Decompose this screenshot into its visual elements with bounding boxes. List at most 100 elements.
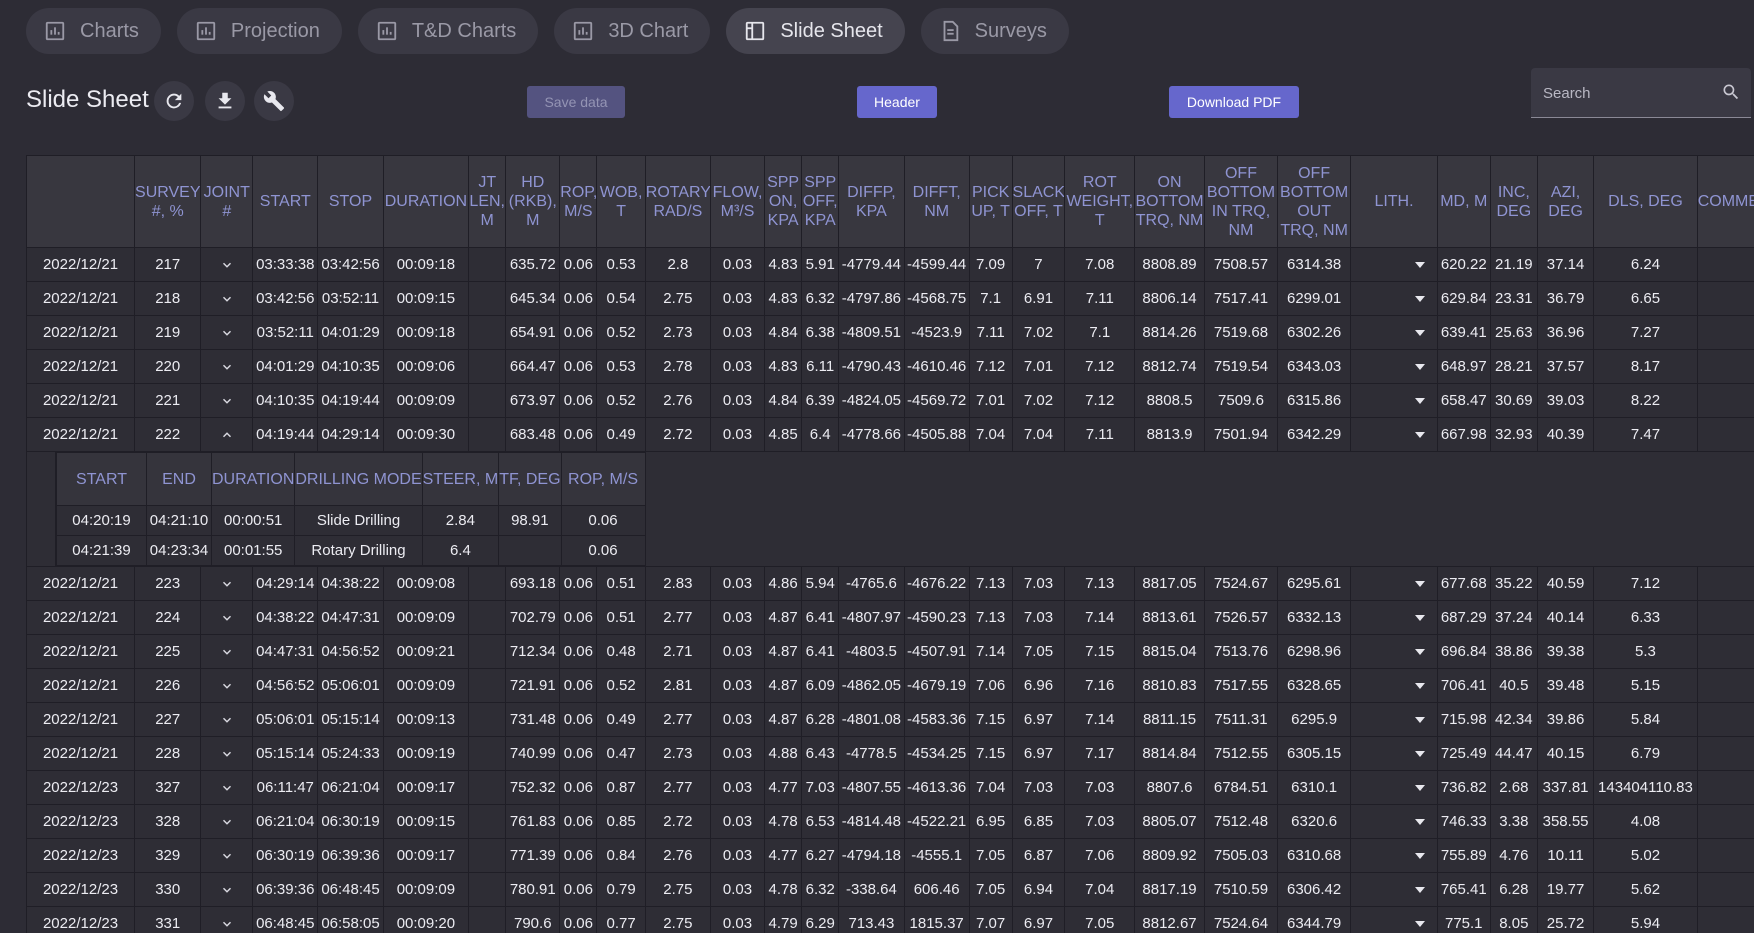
lithology-select[interactable] xyxy=(1350,417,1438,452)
cell-inc: 38.86 xyxy=(1489,634,1538,669)
cell-comment[interactable] xyxy=(1696,315,1754,350)
expand-toggle[interactable] xyxy=(200,383,254,418)
table-row[interactable]: 2022/12/21 222 04:19:44 04:29:14 00:09:30 683… xyxy=(26,417,1754,452)
cell-comment[interactable] xyxy=(1696,281,1754,316)
cell-comment[interactable] xyxy=(1696,383,1754,418)
cell-dls: 7.12 xyxy=(1593,566,1698,601)
expand-toggle[interactable] xyxy=(200,247,254,282)
table-row[interactable]: 2022/12/21 221 04:10:35 04:19:44 00:09:09 673… xyxy=(26,383,1754,418)
chevron-down-icon xyxy=(220,915,234,932)
expand-toggle[interactable] xyxy=(200,281,254,316)
cell-comment[interactable] xyxy=(1696,872,1754,907)
lithology-select[interactable] xyxy=(1350,634,1438,669)
tab-surveys[interactable]: Surveys xyxy=(920,8,1069,54)
table-row[interactable]: 2022/12/23 327 06:11:47 06:21:04 00:09:17 752… xyxy=(26,770,1754,805)
expand-toggle[interactable] xyxy=(200,417,254,452)
cell-comment[interactable] xyxy=(1696,668,1754,703)
expand-toggle[interactable] xyxy=(200,566,254,601)
download-button[interactable] xyxy=(205,81,245,121)
search-input[interactable] xyxy=(1541,80,1715,106)
cell-comment[interactable] xyxy=(1696,702,1754,737)
cell-on-bottom: 8811.15 xyxy=(1134,702,1205,737)
search-icon[interactable] xyxy=(1721,82,1741,102)
tab-slide-sheet[interactable]: Slide Sheet xyxy=(726,8,905,54)
expand-toggle[interactable] xyxy=(200,702,254,737)
table-row[interactable]: 2022/12/21 226 04:56:52 05:06:01 00:09:09 721… xyxy=(26,668,1754,703)
refresh-button[interactable] xyxy=(154,81,194,121)
settings-button[interactable] xyxy=(254,81,294,121)
table-row[interactable]: 2022/12/23 329 06:30:19 06:39:36 00:09:17 771… xyxy=(26,838,1754,873)
table-row[interactable]: 2022/12/21 220 04:01:29 04:10:35 00:09:06 664… xyxy=(26,349,1754,384)
cell-comment[interactable] xyxy=(1696,566,1754,601)
tab-3d-chart[interactable]: 3D Chart xyxy=(554,8,711,54)
cell-md: 765.41 xyxy=(1436,872,1491,907)
lithology-select[interactable] xyxy=(1350,906,1438,933)
table-row[interactable]: 2022/12/21 223 04:29:14 04:38:22 00:09:08 693… xyxy=(26,566,1754,601)
expand-toggle[interactable] xyxy=(200,736,254,771)
cell-comment[interactable] xyxy=(1696,417,1754,452)
cell-comment[interactable] xyxy=(1696,634,1754,669)
lithology-select[interactable] xyxy=(1350,566,1438,601)
cell-wob: 0.51 xyxy=(596,600,646,635)
table-row[interactable]: 2022/12/23 330 06:39:36 06:48:45 00:09:09 780… xyxy=(26,872,1754,907)
table-row[interactable]: 2022/12/23 328 06:21:04 06:30:19 00:09:15 761… xyxy=(26,804,1754,839)
slide-sheet-table-container[interactable]: SURVEY #, % JOINT # START STOP DURATION JT LE… xyxy=(26,155,1754,933)
lithology-select[interactable] xyxy=(1350,281,1438,316)
expand-toggle[interactable] xyxy=(200,838,254,873)
lithology-select[interactable] xyxy=(1350,736,1438,771)
table-row[interactable]: 2022/12/21 218 03:42:56 03:52:11 00:09:15 645… xyxy=(26,281,1754,316)
cell-comment[interactable] xyxy=(1696,736,1754,771)
cell-comment[interactable] xyxy=(1696,349,1754,384)
cell-date: 2022/12/21 xyxy=(26,668,136,703)
table-row[interactable]: 2022/12/21 224 04:38:22 04:47:31 00:09:09 702… xyxy=(26,600,1754,635)
cell-comment[interactable] xyxy=(1696,906,1754,933)
expand-toggle[interactable] xyxy=(200,872,254,907)
cell-pick-up: 7.13 xyxy=(968,566,1013,601)
cell-dls: 5.15 xyxy=(1593,668,1698,703)
detail-cell: 2.84 xyxy=(421,505,500,536)
expand-toggle[interactable] xyxy=(200,634,254,669)
cell-comment[interactable] xyxy=(1696,804,1754,839)
table-row[interactable]: 2022/12/23 331 06:48:45 06:58:05 00:09:20 790… xyxy=(26,906,1754,933)
tab-projection[interactable]: Projection xyxy=(176,8,342,54)
header-button[interactable]: Header xyxy=(857,86,937,118)
lithology-select[interactable] xyxy=(1350,600,1438,635)
slide-sheet-table: SURVEY #, % JOINT # START STOP DURATION JT LE… xyxy=(26,155,1754,933)
table-row[interactable]: 2022/12/21 228 05:15:14 05:24:33 00:09:19 740… xyxy=(26,736,1754,771)
lithology-select[interactable] xyxy=(1350,247,1438,282)
table-row[interactable]: 2022/12/21 219 03:52:11 04:01:29 00:09:18 654… xyxy=(26,315,1754,350)
lithology-select[interactable] xyxy=(1350,838,1438,873)
expand-toggle[interactable] xyxy=(200,906,254,933)
cell-comment[interactable] xyxy=(1696,770,1754,805)
expand-toggle[interactable] xyxy=(200,770,254,805)
cell-azi: 36.96 xyxy=(1536,315,1595,350)
lithology-select[interactable] xyxy=(1350,383,1438,418)
expand-toggle[interactable] xyxy=(200,600,254,635)
cell-comment[interactable] xyxy=(1696,247,1754,282)
expand-toggle[interactable] xyxy=(200,668,254,703)
lithology-select[interactable] xyxy=(1350,770,1438,805)
detail-column-header: STEER, M xyxy=(421,452,500,506)
tab-t-d-charts[interactable]: T&D Charts xyxy=(357,8,539,54)
cell-rop: 0.06 xyxy=(559,349,598,384)
lithology-select[interactable] xyxy=(1350,668,1438,703)
table-row[interactable]: 2022/12/21 227 05:06:01 05:15:14 00:09:13 731… xyxy=(26,702,1754,737)
cell-stop: 06:58:05 xyxy=(317,906,384,933)
save-data-button[interactable]: Save data xyxy=(527,86,625,118)
cell-off-in: 7517.41 xyxy=(1203,281,1279,316)
expand-toggle[interactable] xyxy=(200,315,254,350)
table-row[interactable]: 2022/12/21 217 03:33:38 03:42:56 00:09:18 635… xyxy=(26,247,1754,282)
download-pdf-button[interactable]: Download PDF xyxy=(1169,86,1299,118)
tab-charts[interactable]: Charts xyxy=(26,8,161,54)
lithology-select[interactable] xyxy=(1350,702,1438,737)
expand-toggle[interactable] xyxy=(200,804,254,839)
cell-comment[interactable] xyxy=(1696,838,1754,873)
expand-toggle[interactable] xyxy=(200,349,254,384)
lithology-select[interactable] xyxy=(1350,349,1438,384)
lithology-select[interactable] xyxy=(1350,804,1438,839)
lithology-select[interactable] xyxy=(1350,872,1438,907)
table-row[interactable]: 2022/12/21 225 04:47:31 04:56:52 00:09:21 712… xyxy=(26,634,1754,669)
cell-duration: 00:09:06 xyxy=(382,349,470,384)
lithology-select[interactable] xyxy=(1350,315,1438,350)
cell-comment[interactable] xyxy=(1696,600,1754,635)
